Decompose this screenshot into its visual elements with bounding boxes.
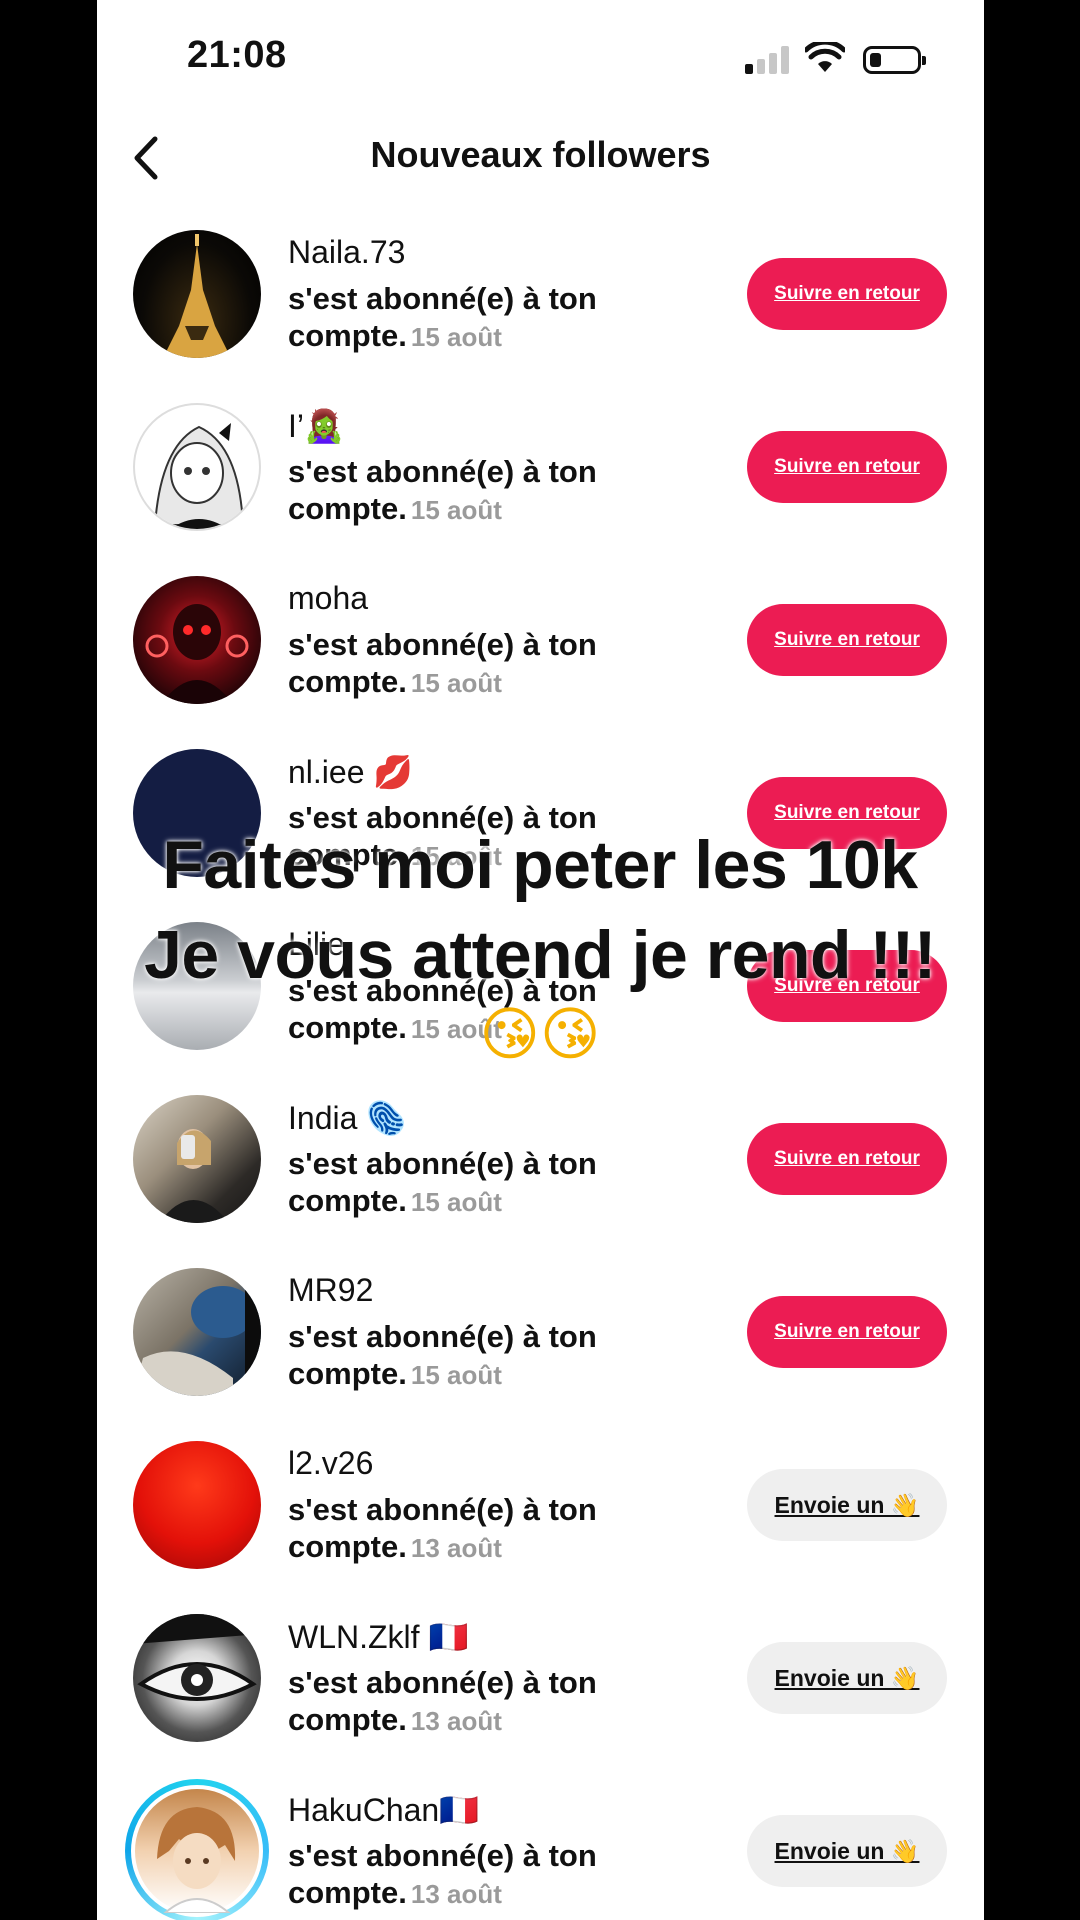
follower-row[interactable]: moha s'est abonné(e) à ton compte. 15 aoû… [97,566,984,739]
follower-username[interactable]: WLN.Zklf 🇫🇷 [288,1618,468,1656]
follower-username[interactable]: nl.iee 💋 [288,753,413,791]
follower-date: 15 août [410,322,502,352]
status-time: 21:08 [187,34,287,76]
avatar[interactable] [133,403,261,531]
follower-date: 13 août [410,1533,502,1563]
follower-date: 15 août [410,841,502,871]
follow-back-button[interactable]: Suivre en retour [747,777,947,849]
anime-boy-image [157,1807,236,1914]
follower-action: s'est abonné(e) à ton compte. 15 août [288,800,597,872]
follower-row[interactable]: Lilie s'est abonné(e) à ton compte. 15 ao… [97,912,984,1085]
follower-row[interactable]: HakuChan🇫🇷 s'est abonné(e) à ton compte.… [97,1777,984,1920]
follower-username[interactable]: MR92 [288,1272,373,1309]
avatar[interactable] [133,749,261,877]
blurry-photo-image [133,1268,261,1396]
battery-icon [863,46,926,74]
avatar[interactable] [133,1095,261,1223]
follow-back-button[interactable]: Suivre en retour [747,950,947,1022]
follower-date: 15 août [410,1014,502,1044]
follower-action: s'est abonné(e) à ton compte. 13 août [288,1492,597,1564]
avatar[interactable] [133,922,261,1050]
follow-back-button[interactable]: Suivre en retour [747,258,947,330]
follower-date: 15 août [410,1360,502,1390]
follower-action: s'est abonné(e) à ton compte. 15 août [288,1319,597,1391]
avatar[interactable] [133,230,261,358]
follower-username[interactable]: moha [288,580,368,617]
header: Nouveaux followers [97,120,984,196]
wifi-icon [805,42,845,72]
avatar[interactable] [133,1268,261,1396]
follow-back-button[interactable]: Suivre en retour [747,431,947,503]
send-wave-button[interactable]: Envoie un 👋 [747,1815,947,1887]
follower-username[interactable]: HakuChan🇫🇷 [288,1791,479,1829]
follower-date: 15 août [410,495,502,525]
follower-row[interactable]: Naila.73 s'est abonné(e) à ton compte. 15… [97,220,984,393]
anime-girl-image [153,423,245,529]
follower-username[interactable]: Lilie [288,926,345,963]
cellular-signal-icon [745,46,791,74]
follower-username[interactable]: I’🧟‍♀️ [288,407,344,445]
eiffel-tower-image [163,234,231,358]
status-bar: 21:08 [97,0,984,110]
avatar[interactable] [133,1614,261,1742]
follower-action: s'est abonné(e) à ton compte. 15 août [288,627,597,699]
follower-action: s'est abonné(e) à ton compte. 15 août [288,454,597,526]
follower-action: s'est abonné(e) à ton compte. 13 août [288,1838,597,1910]
follower-row[interactable]: MR92 s'est abonné(e) à ton compte. 15 aoû… [97,1258,984,1431]
follower-action: s'est abonné(e) à ton compte. 15 août [288,281,597,353]
avatar[interactable] [133,576,261,704]
page-title: Nouveaux followers [370,134,711,175]
phone-screen: 21:08 Nouveaux followers Naila.73 s'est … [97,0,984,1920]
follow-back-button[interactable]: Suivre en retour [747,604,947,676]
follower-date: 15 août [410,668,502,698]
follower-username[interactable]: Naila.73 [288,234,405,271]
follower-date: 13 août [410,1879,502,1909]
follower-row[interactable]: WLN.Zklf 🇫🇷 s'est abonné(e) à ton compte… [97,1604,984,1777]
mirror-selfie-image [159,1129,229,1223]
manga-eye-image [133,1614,261,1701]
follow-back-button[interactable]: Suivre en retour [747,1123,947,1195]
follower-row[interactable]: I’🧟‍♀️ s'est abonné(e) à ton compte. 15 a… [97,393,984,566]
avatar[interactable] [133,1441,261,1569]
avatar[interactable] [131,1785,263,1917]
follower-action: s'est abonné(e) à ton compte. 13 août [288,1665,597,1737]
follower-date: 15 août [410,1187,502,1217]
send-wave-button[interactable]: Envoie un 👋 [747,1469,947,1541]
follower-action: s'est abonné(e) à ton compte. 15 août [288,973,597,1045]
follower-username[interactable]: l2.v26 [288,1445,373,1482]
follower-row[interactable]: nl.iee 💋 s'est abonné(e) à ton compte. 15… [97,739,984,912]
follow-back-button[interactable]: Suivre en retour [747,1296,947,1368]
red-robot-image [145,604,249,704]
follower-action: s'est abonné(e) à ton compte. 15 août [288,1146,597,1218]
follower-row[interactable]: India 🫆 s'est abonné(e) à ton compte. 15 … [97,1085,984,1258]
send-wave-button[interactable]: Envoie un 👋 [747,1642,947,1714]
follower-date: 13 août [410,1706,502,1736]
follower-row[interactable]: l2.v26 s'est abonné(e) à ton compte. 13 a… [97,1431,984,1604]
follower-username[interactable]: India 🫆 [288,1099,406,1137]
